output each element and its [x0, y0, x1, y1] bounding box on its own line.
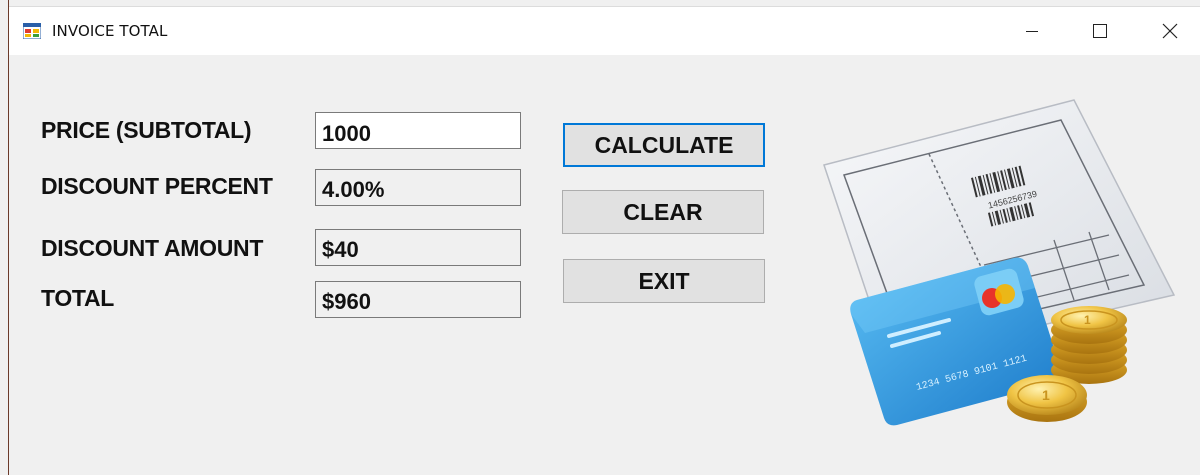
price-input[interactable]	[315, 112, 521, 149]
minimize-button[interactable]	[1009, 7, 1055, 55]
exit-button[interactable]: EXIT	[563, 259, 765, 303]
maximize-button[interactable]	[1077, 7, 1123, 55]
invoice-card-coins-illustration: 1456256739 1234 5678 9101 1121 1 1	[823, 99, 1176, 426]
title-bar[interactable]: INVOICE TOTAL	[9, 6, 1200, 55]
close-icon	[1162, 23, 1178, 39]
price-label: PRICE (SUBTOTAL)	[41, 117, 252, 143]
maximize-icon	[1093, 24, 1107, 38]
total-field: $960	[315, 281, 521, 318]
total-label: TOTAL	[41, 285, 115, 311]
invoice-window: INVOICE TOTAL PRICE (SUBTOTAL) DISCOUNT …	[8, 0, 1200, 475]
discount-amount-label: DISCOUNT AMOUNT	[41, 235, 264, 261]
clear-button[interactable]: CLEAR	[562, 190, 764, 234]
discount-percent-label: DISCOUNT PERCENT	[41, 173, 273, 199]
svg-text:1: 1	[1084, 313, 1091, 327]
discount-amount-field: $40	[315, 229, 521, 266]
minimize-icon	[1026, 31, 1038, 32]
svg-text:1: 1	[1042, 387, 1050, 403]
calculate-button[interactable]: CALCULATE	[563, 123, 765, 167]
app-icon	[23, 23, 41, 39]
discount-percent-field: 4.00%	[315, 169, 521, 206]
close-button[interactable]	[1147, 7, 1193, 55]
window-title: INVOICE TOTAL	[52, 22, 168, 40]
